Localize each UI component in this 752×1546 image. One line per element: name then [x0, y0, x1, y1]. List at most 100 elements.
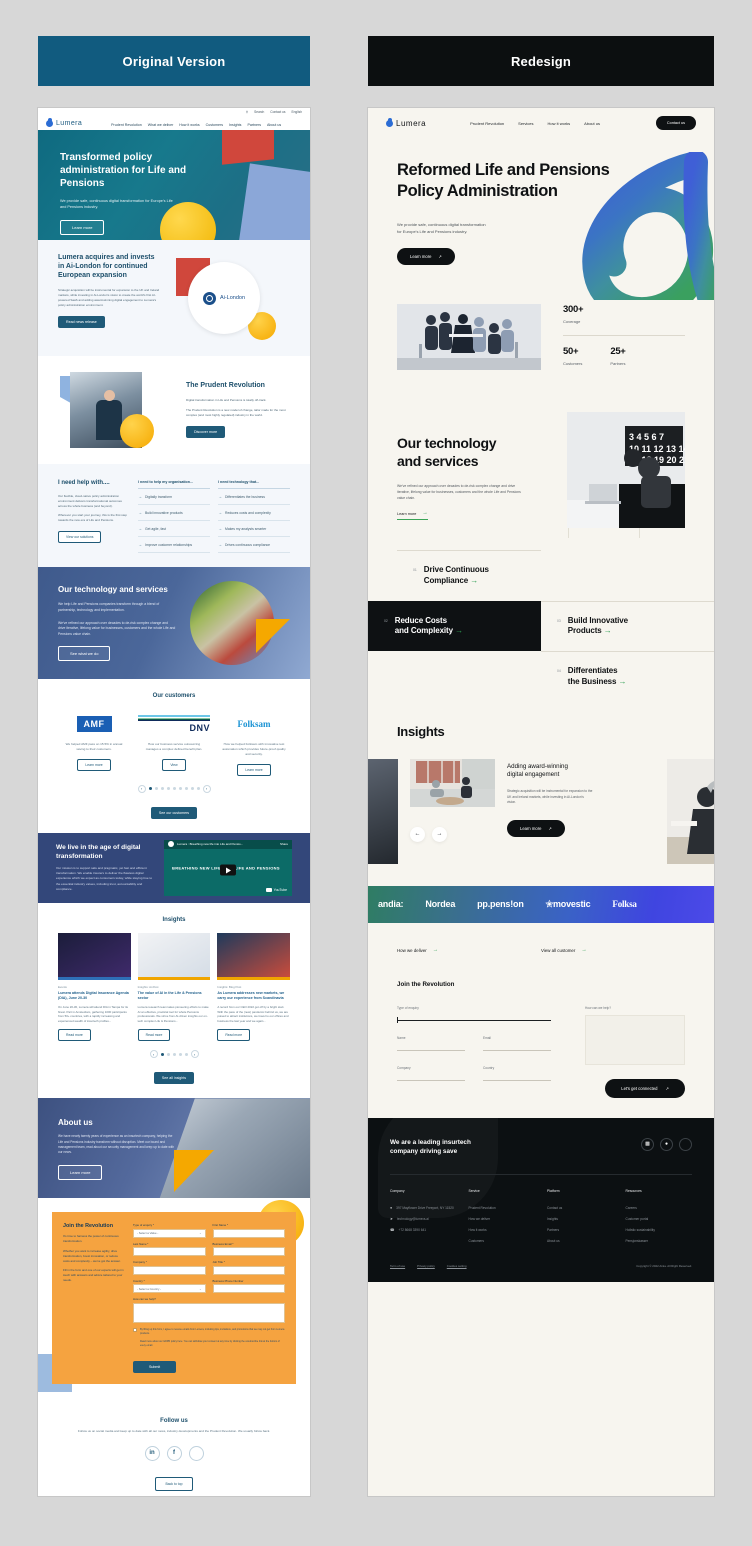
carousel-dot[interactable] [161, 787, 164, 790]
carousel-dot[interactable] [167, 787, 170, 790]
contact-us-button[interactable]: Contact us [656, 116, 696, 130]
twitter-icon[interactable]: 𝑕 [679, 1138, 692, 1151]
carousel-dot[interactable] [179, 1053, 182, 1056]
need-help-tech-item[interactable]: → Makes my analysts smarter [218, 521, 290, 537]
firstname-input[interactable] [213, 1229, 286, 1238]
insights-next-button[interactable]: → [432, 827, 447, 842]
view-all-customer-link[interactable]: View all customer → [541, 948, 587, 954]
form-submit-button[interactable]: Submit [133, 1361, 176, 1373]
nav-item-about[interactable]: About us [267, 123, 281, 127]
linkedin-icon[interactable]: ▩ [641, 1138, 654, 1151]
lets-get-connected-button[interactable]: Let's get connected ↗ [605, 1079, 685, 1098]
utility-language[interactable]: English [292, 110, 302, 114]
insight-card[interactable]: Insights: Blog Post As Lumera addresses … [217, 933, 290, 1042]
video-share-label[interactable]: Share [280, 842, 288, 846]
play-button-icon[interactable] [220, 865, 236, 876]
nav-item-customers[interactable]: Customers [206, 123, 223, 127]
footer-link[interactable]: Holistic sustainability [626, 1224, 693, 1235]
privacy-policy-link[interactable]: Privacy policy [417, 1264, 435, 1268]
see-customers-button[interactable]: See our customers [151, 807, 197, 819]
email-input[interactable] [483, 1040, 551, 1051]
footer-link[interactable]: Contact us [547, 1202, 614, 1213]
acquisition-cta[interactable]: Read news release [58, 316, 105, 328]
original-logo[interactable]: Lumera [46, 120, 82, 127]
footer-phone[interactable]: ☎ +72 8668 3390 641 [390, 1224, 457, 1235]
footer-link[interactable]: Customers [469, 1235, 536, 1246]
company-input[interactable] [133, 1266, 206, 1275]
need-help-org-item[interactable]: → Improve customer relationships [138, 537, 210, 553]
nav-item-about-us[interactable]: About us [584, 121, 600, 126]
jobtitle-input[interactable] [213, 1266, 286, 1275]
message-textarea[interactable] [133, 1303, 285, 1323]
carousel-dot[interactable] [185, 1053, 188, 1056]
nav-item-services[interactable]: Services [518, 121, 533, 126]
customer-cta[interactable]: Learn more [77, 759, 110, 771]
footer-link[interactable]: Insights [547, 1213, 614, 1224]
need-help-tech-item[interactable]: → Reduces costs and complexity [218, 505, 290, 521]
carousel-dot[interactable] [191, 787, 194, 790]
need-help-org-item[interactable]: → Get agile, fast [138, 521, 210, 537]
service-card-04[interactable]: 04 Differentiates the Business → [541, 651, 714, 702]
name-input[interactable] [397, 1040, 465, 1051]
phone-input[interactable] [213, 1284, 286, 1293]
utility-contact[interactable]: Contact us [270, 110, 285, 114]
nav-item-partners[interactable]: Partners [247, 123, 261, 127]
footer-link[interactable]: How we deliver [469, 1213, 536, 1224]
search-icon[interactable]: ⚲ [246, 110, 248, 114]
footer-link[interactable]: Pensjonskasser [626, 1235, 693, 1246]
video-player[interactable]: Lumera : Breathing new life into Life an… [164, 840, 292, 896]
company-input[interactable] [397, 1070, 465, 1081]
need-help-tech-item[interactable]: → Differentiates the business [218, 489, 290, 505]
linkedin-icon[interactable]: in [145, 1446, 160, 1461]
carousel-dot[interactable] [155, 787, 158, 790]
insights-next-button[interactable]: › [191, 1050, 199, 1058]
back-to-top-button[interactable]: Back to top [155, 1477, 194, 1491]
about-cta[interactable]: Learn more [58, 1165, 102, 1180]
carousel-dot[interactable] [197, 787, 200, 790]
nav-item-how-it-works[interactable]: How it works [548, 121, 571, 126]
see-all-insights-button[interactable]: See all insights [154, 1072, 194, 1084]
insight-cta[interactable]: Read more [138, 1029, 171, 1041]
nav-item-insights[interactable]: Insights [229, 123, 241, 127]
how-we-deliver-link[interactable]: How we deliver → [397, 948, 438, 954]
need-help-org-item[interactable]: → Digitally transform [138, 489, 210, 505]
enquiry-input[interactable] [397, 1010, 551, 1021]
enquiry-select[interactable]: - Select a Value - [133, 1229, 206, 1238]
country-select[interactable]: - Select a Country - [133, 1284, 206, 1293]
nav-item-prudent-revolution[interactable]: Prudent Revolution [470, 121, 504, 126]
insights-prev-button[interactable]: ‹ [150, 1050, 158, 1058]
twitter-icon[interactable]: 𝑕 [189, 1446, 204, 1461]
original-hero-cta[interactable]: Learn more [60, 220, 104, 235]
country-input[interactable] [483, 1070, 551, 1081]
service-card-01[interactable]: 01 Drive Continuous Compliance → [397, 550, 541, 601]
original-tech-cta[interactable]: See what we do [58, 646, 110, 661]
nav-item-howitworks[interactable]: How it works [179, 123, 199, 127]
insight-cta[interactable]: Read more [217, 1029, 250, 1041]
carousel-next-button[interactable]: › [203, 785, 211, 793]
footer-link[interactable]: Partners [547, 1224, 614, 1235]
carousel-prev-button[interactable]: ‹ [138, 785, 146, 793]
nav-item-deliver[interactable]: What we deliver [148, 123, 174, 127]
carousel-dot[interactable] [173, 1053, 176, 1056]
carousel-dot[interactable] [161, 1053, 164, 1056]
facebook-icon[interactable]: ● [660, 1138, 673, 1151]
insights-prev-button[interactable]: ← [410, 827, 425, 842]
insight-cta[interactable]: Read more [58, 1029, 91, 1041]
cookies-setting-link[interactable]: Cookies setting [447, 1264, 467, 1268]
insight-card[interactable]: Events Lumera attends Digital Insurance … [58, 933, 131, 1042]
carousel-dot[interactable] [173, 787, 176, 790]
redesign-hero-cta[interactable]: Learn more ↗ [397, 248, 455, 265]
footer-link[interactable]: About us [547, 1235, 614, 1246]
lastname-input[interactable] [133, 1247, 206, 1256]
consent-checkbox[interactable] [133, 1328, 137, 1332]
prudent-cta[interactable]: Discover more [186, 426, 225, 438]
insight-learn-more-button[interactable]: Learn more ↗ [507, 820, 565, 837]
need-help-cta[interactable]: View our solutions [58, 531, 101, 543]
facebook-icon[interactable]: f [167, 1446, 182, 1461]
redesign-logo[interactable]: Lumera [386, 119, 426, 128]
insight-card[interactable]: Insights: Ai-Post The value of AI in the… [138, 933, 211, 1042]
nav-item-prudent[interactable]: Prudent Revolution [111, 123, 142, 127]
carousel-dot[interactable] [149, 787, 152, 790]
service-card-02[interactable]: 02 Reduce Costs and Complexity → [368, 601, 541, 652]
service-card-03[interactable]: 03 Build Innovative Products → [541, 601, 714, 652]
